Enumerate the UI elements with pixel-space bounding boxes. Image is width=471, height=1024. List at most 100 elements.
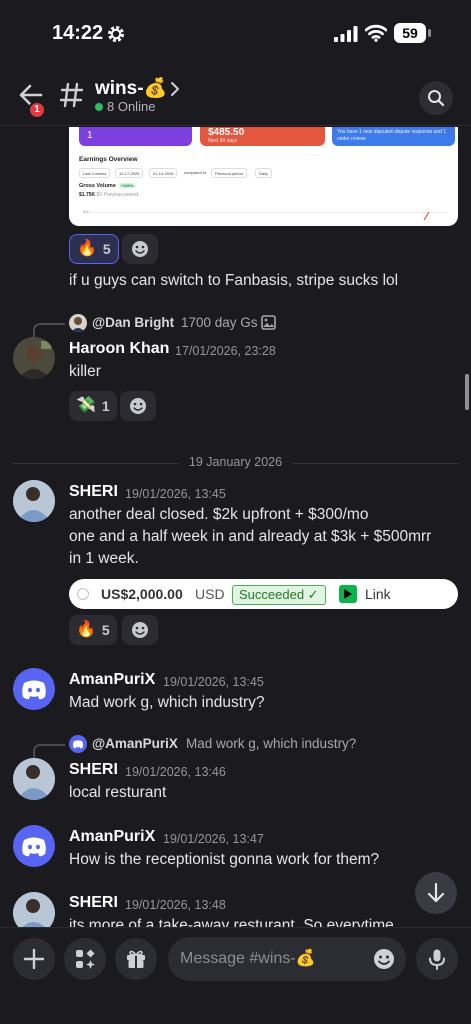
message-author[interactable]: AmanPuriX xyxy=(69,828,155,846)
status-bar: 14:22 59 xyxy=(0,0,471,64)
embed-gridline xyxy=(89,212,447,213)
add-reaction-icon xyxy=(130,398,146,414)
embed-chip: 01-14-2026 xyxy=(149,168,178,178)
battery-tip xyxy=(428,29,431,37)
embed-chip: compared to xyxy=(184,170,207,175)
mic-icon xyxy=(429,949,445,970)
reply-preview[interactable]: Mad work g, which industry? xyxy=(186,736,356,751)
add-reaction-button[interactable] xyxy=(120,391,156,421)
status-time: 14:22 xyxy=(52,22,104,44)
avatar[interactable] xyxy=(13,668,55,710)
reaction-fire[interactable]: 🔥 5 xyxy=(69,615,117,645)
reply-connector xyxy=(33,744,65,758)
discord-icon xyxy=(22,680,46,700)
add-reaction-icon xyxy=(132,622,148,638)
embed-title: Earnings Overview xyxy=(79,156,138,163)
chevron-right-icon[interactable] xyxy=(168,80,182,98)
avatar[interactable] xyxy=(13,337,55,379)
avatar-image xyxy=(13,758,55,800)
voice-message-button[interactable] xyxy=(416,938,458,980)
payment-image[interactable]: US$2,000.00 USD Succeeded ✓ Link xyxy=(69,579,458,609)
message-composer xyxy=(0,927,471,1024)
message-timestamp: 19/01/2026, 13:45 xyxy=(163,675,264,689)
add-reaction-button[interactable] xyxy=(122,615,158,645)
avatar[interactable] xyxy=(69,314,87,332)
channel-name[interactable]: wins-💰 xyxy=(95,76,167,100)
search-icon xyxy=(428,90,445,107)
reaction-emoji: 💸 xyxy=(76,397,96,414)
apps-icon xyxy=(76,949,95,969)
avatar-image xyxy=(13,480,55,522)
embed-gross-value: $1.75K $0 Previous period xyxy=(79,192,138,198)
payment-link: Link xyxy=(365,586,391,602)
emoji-icon[interactable] xyxy=(372,947,396,971)
message-text: Mad work g, which industry? xyxy=(69,694,265,711)
payment-radio xyxy=(77,588,89,600)
signal-icon xyxy=(334,26,358,42)
avatar[interactable] xyxy=(13,892,55,927)
message-text: its more of a take-away resturant. So ev… xyxy=(69,917,394,927)
jump-to-bottom-button[interactable] xyxy=(415,872,457,914)
add-reaction-button[interactable] xyxy=(122,234,158,264)
message-author[interactable]: SHERI xyxy=(69,894,118,912)
embed-chip: Daily xyxy=(255,168,272,178)
hash-icon xyxy=(60,82,84,108)
reply-preview[interactable]: 1700 day Gs xyxy=(181,315,258,330)
avatar-image xyxy=(13,892,55,927)
reaction-fire[interactable]: 🔥 5 xyxy=(69,234,119,264)
reply-author[interactable]: @AmanPuriX xyxy=(92,736,178,751)
reaction-money[interactable]: 💸 1 xyxy=(69,391,117,421)
message-text: killer xyxy=(69,363,101,380)
avatar[interactable] xyxy=(69,735,87,753)
embed-gross-pct: +100% xyxy=(118,183,136,188)
apps-button[interactable] xyxy=(64,938,106,980)
scrollbar-thumb[interactable] xyxy=(465,374,469,410)
date-divider: 19 January 2026 xyxy=(0,453,471,473)
message-text: one and a half week in and already at $3… xyxy=(69,528,432,545)
battery-level: 59 xyxy=(394,23,426,43)
embed-chart-mark xyxy=(423,211,430,221)
message-timestamp: 19/01/2026, 13:47 xyxy=(163,832,264,846)
link-logo-icon xyxy=(339,585,357,603)
payment-amount: US$2,000.00 xyxy=(101,586,183,602)
date-divider-label: 19 January 2026 xyxy=(188,455,283,469)
message-author[interactable]: SHERI xyxy=(69,761,118,779)
search-button[interactable] xyxy=(419,81,453,115)
message-text: in 1 week. xyxy=(69,550,139,567)
reply-author[interactable]: @Dan Bright xyxy=(92,315,174,330)
channel-header: 1 wins-💰 8 Online xyxy=(0,64,471,126)
discord-icon xyxy=(22,837,46,857)
message-author[interactable]: Haroon Khan xyxy=(69,340,169,358)
message-timestamp: 17/01/2026, 23:28 xyxy=(175,344,276,358)
wifi-icon xyxy=(365,24,387,42)
embed-stat-blue: You have 1 new disputed dispute response… xyxy=(332,127,455,146)
add-reaction-icon xyxy=(132,241,148,257)
embed-gross-prev: $0 Previous period xyxy=(96,192,139,198)
reaction-emoji: 🔥 xyxy=(76,621,96,638)
embed-stat-orange-sub: Next 30 days xyxy=(208,138,238,144)
attach-button[interactable] xyxy=(13,938,55,980)
image-icon xyxy=(261,315,276,330)
embed-chip: Previous period xyxy=(211,168,247,178)
embed-stat-purple: 1 xyxy=(79,127,192,146)
message-author[interactable]: AmanPuriX xyxy=(69,671,155,689)
message-text: local resturant xyxy=(69,784,167,801)
message-list[interactable]: 1 $485.50 Next 30 days You have 1 new di… xyxy=(0,127,471,927)
payment-currency: USD xyxy=(195,586,225,602)
online-dot xyxy=(95,103,103,111)
image-attachment[interactable]: 1 $485.50 Next 30 days You have 1 new di… xyxy=(69,127,458,226)
message-timestamp: 19/01/2026, 13:46 xyxy=(125,765,226,779)
avatar[interactable] xyxy=(13,825,55,867)
avatar[interactable] xyxy=(13,758,55,800)
avatar[interactable] xyxy=(13,480,55,522)
message-input-wrapper[interactable] xyxy=(168,937,406,981)
embed-gross-label: Gross Volume +100% xyxy=(79,183,136,189)
message-input[interactable] xyxy=(180,937,360,981)
embed-stat-orange: $485.50 Next 30 days xyxy=(200,127,325,146)
gift-button[interactable] xyxy=(115,938,157,980)
reaction-emoji: 🔥 xyxy=(77,240,97,257)
message-author[interactable]: SHERI xyxy=(69,483,118,501)
embed-gross-amount: $1.75K xyxy=(79,192,96,198)
reaction-count: 5 xyxy=(101,622,110,638)
plus-icon xyxy=(23,948,45,970)
